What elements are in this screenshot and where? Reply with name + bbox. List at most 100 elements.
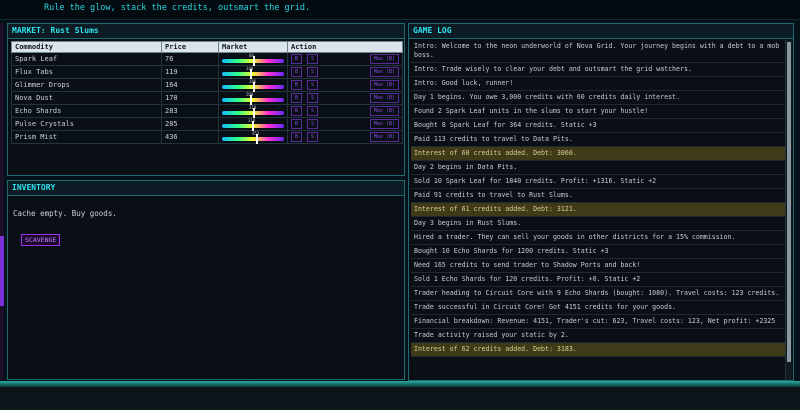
log-entry: Bought 10 Echo Shards for 1200 credits. … — [411, 245, 787, 259]
commodity-price: 285 — [161, 117, 219, 131]
sell-button[interactable]: S — [307, 67, 319, 77]
log-entry: Interest of 61 credits added. Debt: 3121… — [411, 203, 787, 217]
col-market: Market — [218, 41, 288, 53]
market-panel: MARKET: Rust Slums Commodity Price Marke… — [7, 23, 405, 176]
sell-button[interactable]: S — [307, 132, 319, 142]
buy-button[interactable]: B — [291, 93, 303, 103]
market-level-bar: 88 — [222, 53, 284, 66]
max-buy-button[interactable]: Max (B) — [369, 93, 399, 103]
max-buy-button[interactable]: Max (B) — [369, 119, 399, 129]
market-cell: 208 — [218, 91, 288, 105]
buy-button[interactable]: B — [291, 106, 303, 116]
commodity-name: Prism Mist — [11, 130, 162, 144]
market-level-knob — [252, 121, 254, 131]
market-cell: 452 — [218, 130, 288, 144]
col-price: Price — [161, 41, 219, 53]
action-cell: B S Max (B) — [287, 78, 403, 92]
commodity-price: 119 — [161, 65, 219, 79]
action-cell: B S Max (B) — [287, 65, 403, 79]
log-entry: Interest of 62 credits added. Debt: 3183… — [411, 343, 787, 357]
action-cell: B S Max (B) — [287, 52, 403, 66]
market-level-bar: 186 — [222, 79, 284, 92]
action-cell: B S Max (B) — [287, 130, 403, 144]
col-action: Action — [287, 41, 403, 53]
market-row: Pulse Crystals285318 BS Max (B) — [11, 117, 403, 131]
log-entry: Day 2 begins in Data Pits. — [411, 161, 787, 175]
market-cell: 318 — [218, 117, 288, 131]
log-entry: Trade activity raised your static by 2. — [411, 329, 787, 343]
sell-button[interactable]: S — [307, 93, 319, 103]
market-level-bar: 140 — [222, 66, 284, 79]
action-cell: B S Max (B) — [287, 117, 403, 131]
left-edge-strip — [0, 23, 4, 380]
max-buy-button[interactable]: Max (B) — [369, 132, 399, 142]
max-buy-button[interactable]: Max (B) — [369, 67, 399, 77]
game-log-list[interactable]: Intro: Welcome to the neon underworld of… — [411, 40, 787, 380]
market-level-bar: 452 — [222, 131, 284, 144]
commodity-price: 164 — [161, 78, 219, 92]
market-title: MARKET: Rust Slums — [8, 24, 404, 39]
market-level-knob — [253, 82, 255, 92]
market-row: Glimmer Drops164186 BS Max (B) — [11, 78, 403, 92]
commodity-name: Nova Dust — [11, 91, 162, 105]
buy-button[interactable]: B — [291, 80, 303, 90]
action-cell: B S Max (B) — [287, 91, 403, 105]
market-level-knob — [250, 95, 252, 105]
market-cell: 318 — [218, 104, 288, 118]
market-row: Flux Tabs119140 BS Max (B) — [11, 65, 403, 79]
bottom-bar — [0, 387, 800, 410]
log-entry: Day 1 begins. You owe 3,000 credits with… — [411, 91, 787, 105]
scavenge-button[interactable]: SCAVENGE — [21, 234, 61, 246]
buy-button[interactable]: B — [291, 54, 303, 64]
log-entry: Interest of 60 credits added. Debt: 3060… — [411, 147, 787, 161]
market-row: Nova Dust170208 BS Max (B) — [11, 91, 403, 105]
left-edge-marker — [0, 236, 4, 306]
market-row: Spark Leaf 76 88 B S Max (B) — [11, 52, 403, 66]
scrollbar-thumb[interactable] — [787, 42, 791, 362]
commodity-price: 283 — [161, 104, 219, 118]
buy-button[interactable]: B — [291, 132, 303, 142]
log-entry: Need 165 credits to send trader to Shado… — [411, 259, 787, 273]
market-row: Prism Mist436452 BS Max (B) — [11, 130, 403, 144]
sell-button[interactable]: S — [307, 106, 319, 116]
commodity-name: Glimmer Drops — [11, 78, 162, 92]
market-table: Commodity Price Market Action Spark Leaf… — [11, 41, 403, 144]
log-entry: Sold 1 Echo Shards for 120 credits. Prof… — [411, 273, 787, 287]
log-entry: Paid 91 credits to travel to Rust Slums. — [411, 189, 787, 203]
commodity-name: Echo Shards — [11, 104, 162, 118]
max-buy-button[interactable]: Max (B) — [369, 80, 399, 90]
commodity-name: Spark Leaf — [11, 52, 162, 66]
buy-button[interactable]: B — [291, 119, 303, 129]
buy-button[interactable]: B — [291, 67, 303, 77]
inventory-empty-text: Cache empty. Buy goods. — [13, 209, 117, 218]
market-level-knob — [250, 69, 252, 79]
game-log-panel: GAME LOG Intro: Welcome to the neon unde… — [408, 23, 794, 381]
commodity-name: Pulse Crystals — [11, 117, 162, 131]
commodity-price: 436 — [161, 130, 219, 144]
commodity-price: 170 — [161, 91, 219, 105]
log-entry: Day 3 begins in Rust Slums. — [411, 217, 787, 231]
market-cell: 140 — [218, 65, 288, 79]
market-level-bar: 318 — [222, 118, 284, 131]
col-commodity: Commodity — [11, 41, 162, 53]
max-buy-button[interactable]: Max (B) — [369, 106, 399, 116]
sell-button[interactable]: S — [307, 119, 319, 129]
tagline-bar: Rule the glow, stack the credits, outsma… — [0, 0, 800, 20]
max-buy-button[interactable]: Max (B) — [369, 54, 399, 64]
log-entry: Intro: Good luck, runner! — [411, 77, 787, 91]
market-level-knob — [253, 108, 255, 118]
log-entry: Bought 8 Spark Leaf for 364 credits. Sta… — [411, 119, 787, 133]
inventory-title: INVENTORY — [8, 181, 404, 196]
game-log-title: GAME LOG — [409, 24, 793, 39]
log-entry: Intro: Welcome to the neon underworld of… — [411, 40, 787, 63]
market-row: Echo Shards283318 BS Max (B) — [11, 104, 403, 118]
market-level-bar: 208 — [222, 92, 284, 105]
commodity-name: Flux Tabs — [11, 65, 162, 79]
log-entry: Found 2 Spark Leaf units in the slums to… — [411, 105, 787, 119]
sell-button[interactable]: S — [307, 80, 319, 90]
log-entry: Paid 113 credits to travel to Data Pits. — [411, 133, 787, 147]
log-entry: Intro: Trade wisely to clear your debt a… — [411, 63, 787, 77]
game-log-scrollbar[interactable] — [785, 40, 792, 380]
log-entry: Financial breakdown: Revenue: 4151, Trad… — [411, 315, 787, 329]
sell-button[interactable]: S — [307, 54, 319, 64]
